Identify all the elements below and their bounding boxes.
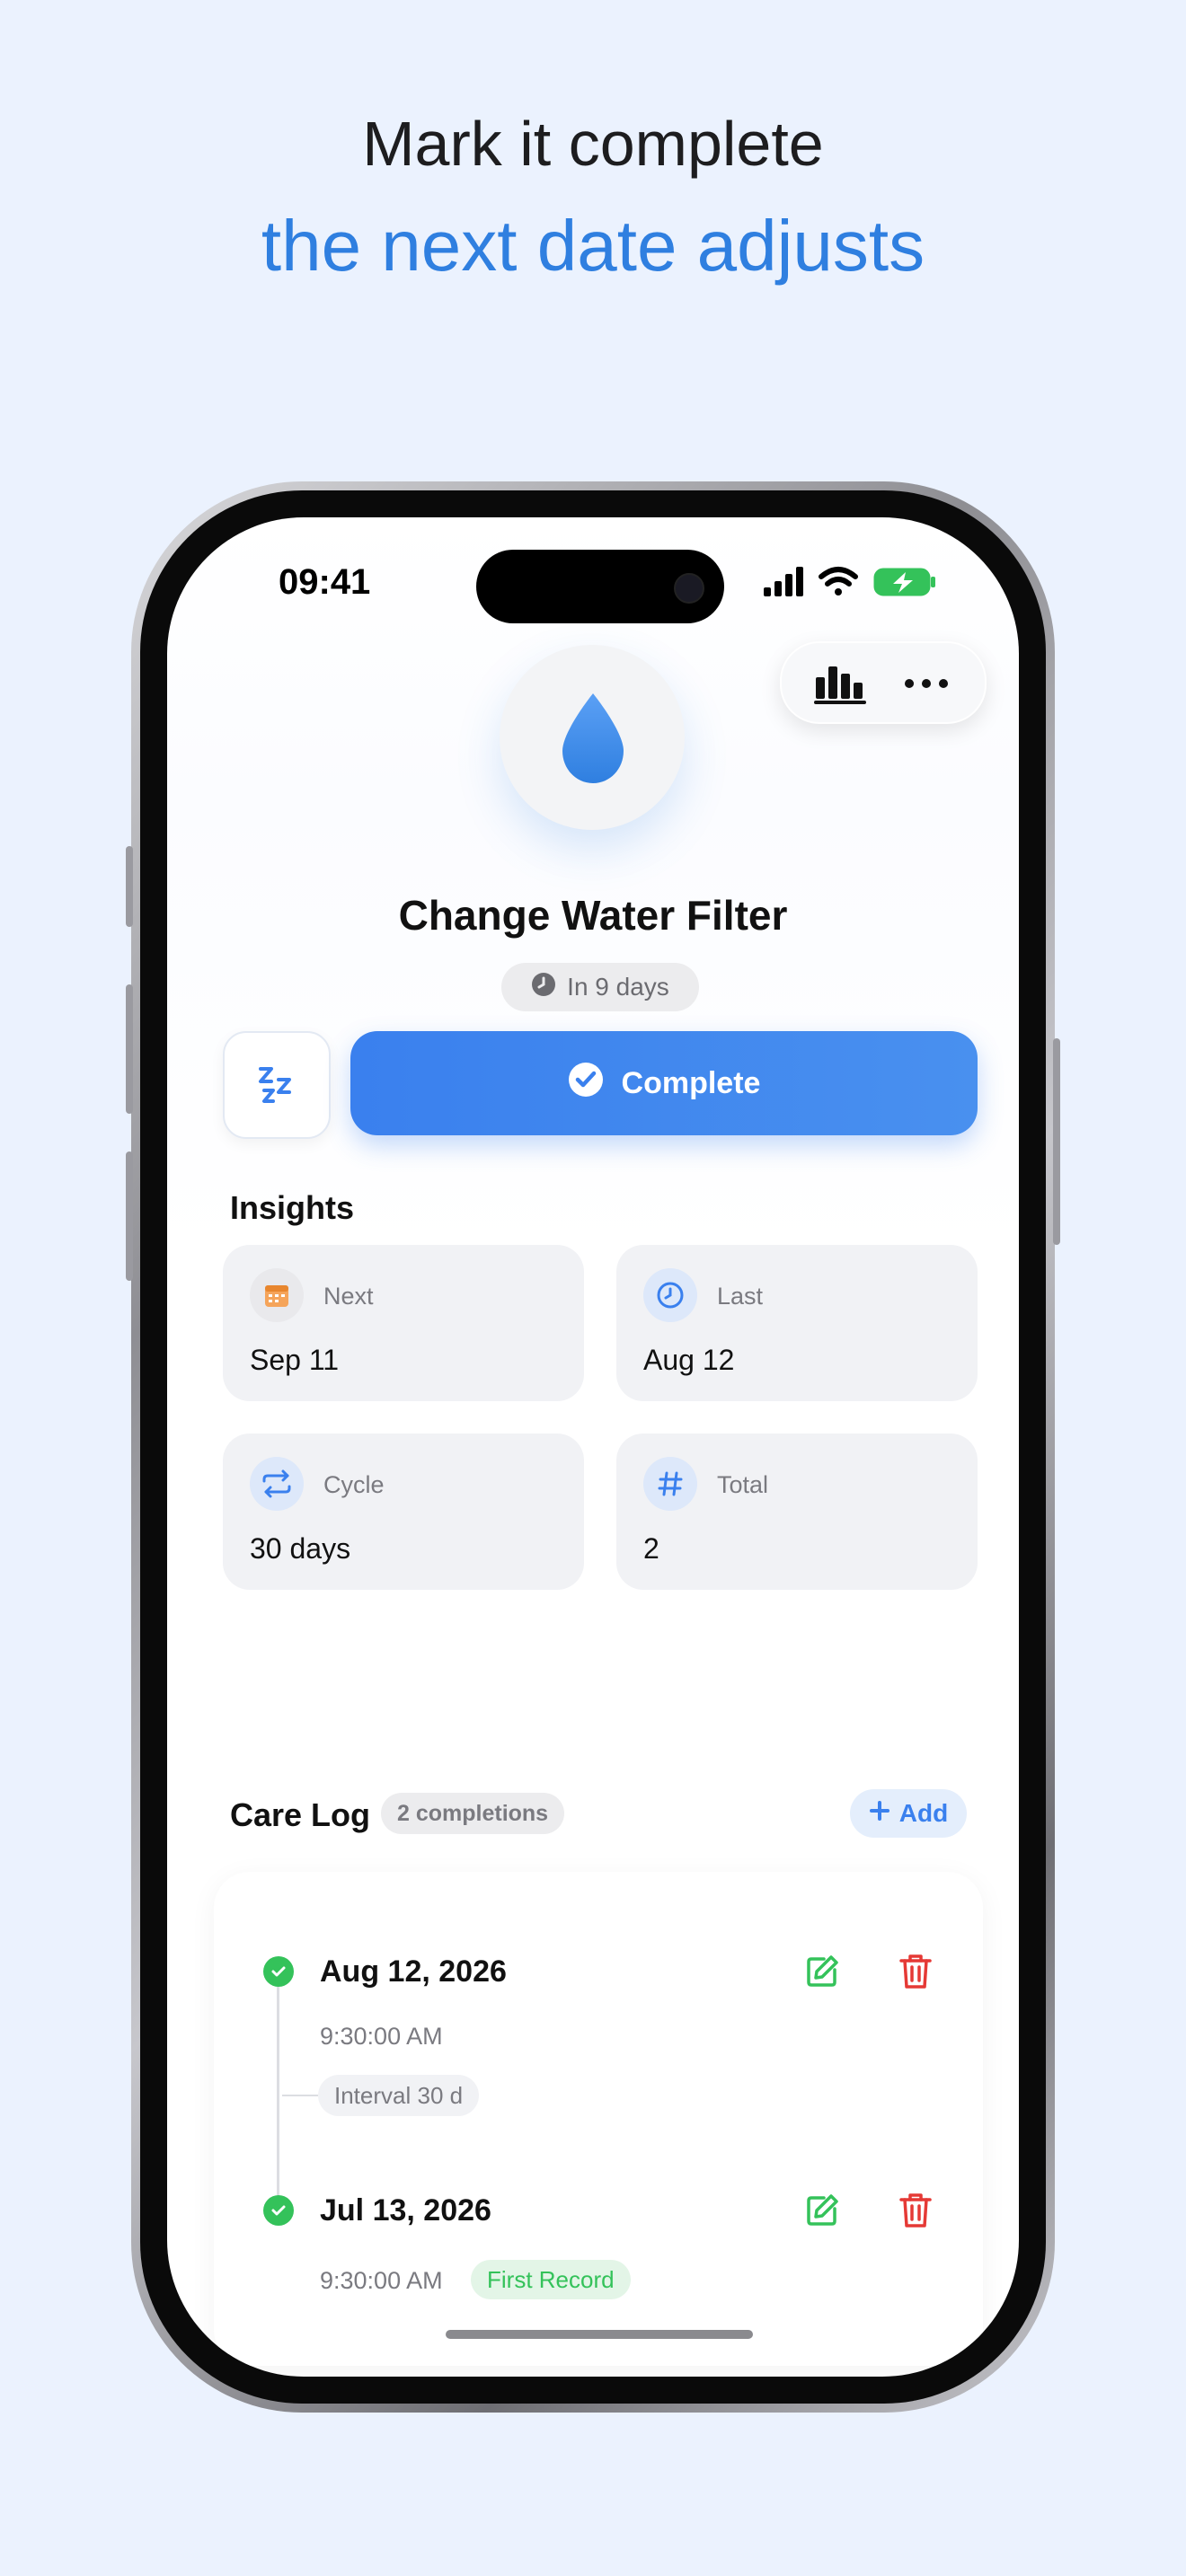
power-button	[1053, 1038, 1060, 1245]
check-icon	[263, 1956, 294, 1987]
complete-label: Complete	[621, 1065, 761, 1100]
log-entry-time: 9:30:00 AM	[320, 2023, 443, 2050]
check-circle-icon	[568, 1062, 604, 1106]
calendar-icon	[250, 1268, 304, 1322]
phone-frame: 09:41 Change Water Filter In 9 days Comp…	[126, 481, 1060, 2413]
care-log-card: Aug 12, 2026 9:30:00 AM Interval 30 d Ju…	[214, 1872, 983, 2366]
insight-card-total: Total 2	[616, 1434, 978, 1590]
repeat-icon	[250, 1457, 304, 1511]
action-button	[126, 846, 133, 927]
insight-label: Last	[717, 1283, 764, 1310]
interval-connector	[282, 2095, 318, 2096]
completions-count-badge: 2 completions	[381, 1793, 565, 1834]
reminder-icon-badge	[500, 645, 685, 830]
insight-label: Next	[323, 1283, 374, 1310]
first-record-badge: First Record	[471, 2260, 631, 2299]
add-log-button[interactable]: Add	[850, 1789, 967, 1838]
insight-value: Sep 11	[250, 1344, 340, 1376]
promo-subheadline: the next date adjusts	[261, 206, 925, 286]
add-label: Add	[898, 1799, 949, 1827]
status-time: 09:41	[279, 562, 371, 602]
promo-headline: Mark it complete	[362, 109, 824, 179]
check-icon	[263, 2195, 294, 2226]
log-entry-date: Aug 12, 2026	[320, 1954, 507, 1989]
insight-value: 2	[643, 1532, 659, 1565]
complete-button[interactable]: Complete	[350, 1031, 978, 1135]
volume-down-button	[126, 1151, 133, 1281]
trash-icon[interactable]	[893, 1949, 938, 1994]
plus-icon	[869, 1799, 890, 1828]
battery-charging-icon	[873, 568, 935, 596]
snooze-icon	[257, 1065, 296, 1109]
insight-label: Total	[717, 1471, 769, 1498]
phone-screen: 09:41 Change Water Filter In 9 days Comp…	[167, 517, 1019, 2377]
insights-title: Insights	[230, 1189, 355, 1226]
water-drop-icon	[559, 692, 627, 790]
dynamic-island	[476, 550, 724, 623]
snooze-button[interactable]	[223, 1031, 331, 1139]
wifi-icon	[819, 567, 858, 595]
insight-card-next: Next Sep 11	[223, 1245, 584, 1401]
edit-icon[interactable]	[800, 2188, 845, 2233]
clock-icon	[531, 972, 556, 1003]
volume-up-button	[126, 984, 133, 1114]
hash-icon	[643, 1457, 697, 1511]
interval-badge: Interval 30 d	[318, 2075, 480, 2116]
more-icon[interactable]	[904, 677, 949, 693]
home-indicator[interactable]	[446, 2330, 753, 2339]
clock-icon	[643, 1268, 697, 1322]
due-text: In 9 days	[567, 973, 669, 1001]
chart-icon[interactable]	[814, 661, 866, 709]
insight-value: Aug 12	[643, 1344, 735, 1376]
due-badge: In 9 days	[501, 963, 699, 1011]
insight-label: Cycle	[323, 1471, 385, 1498]
log-entry-date: Jul 13, 2026	[320, 2193, 491, 2228]
reminder-title: Change Water Filter	[398, 892, 788, 939]
log-entry-time: 9:30:00 AM	[320, 2267, 443, 2294]
status-icons	[764, 564, 943, 600]
insight-value: 30 days	[250, 1532, 351, 1565]
cellular-signal-icon	[764, 567, 803, 596]
insight-card-cycle: Cycle 30 days	[223, 1434, 584, 1590]
edit-icon[interactable]	[800, 1949, 845, 1994]
care-log-title: Care Log	[230, 1796, 371, 1833]
timeline-line	[277, 1972, 279, 2217]
top-menu-pill	[780, 641, 987, 724]
trash-icon[interactable]	[893, 2188, 938, 2233]
insight-card-last: Last Aug 12	[616, 1245, 978, 1401]
